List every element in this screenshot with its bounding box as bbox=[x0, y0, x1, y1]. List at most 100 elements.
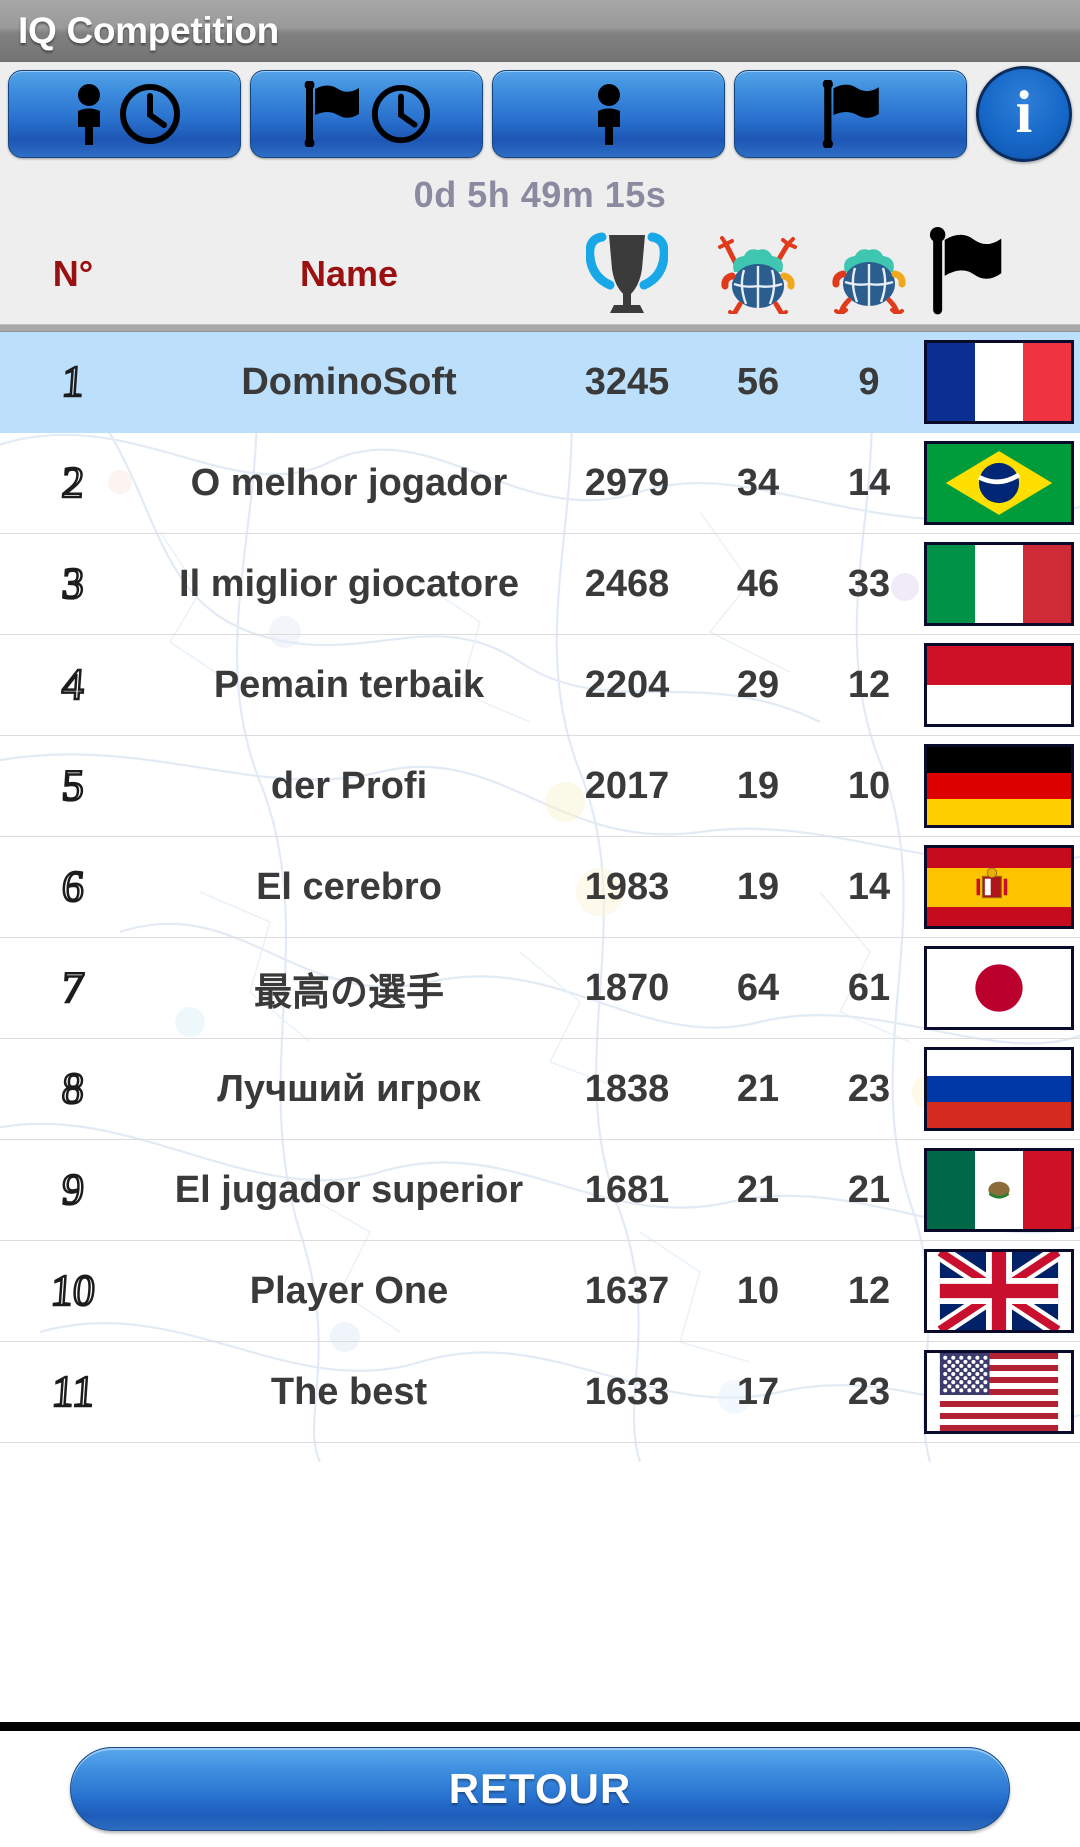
row-player-name: Лучший игрок bbox=[217, 1067, 481, 1110]
row-wins: 17 bbox=[736, 1370, 780, 1413]
toolbar: i bbox=[0, 62, 1080, 166]
row-wins: 19 bbox=[736, 865, 780, 908]
row-wins: 34 bbox=[736, 461, 780, 504]
row-wins: 21 bbox=[736, 1168, 780, 1211]
person-icon bbox=[588, 81, 630, 147]
person-icon bbox=[68, 83, 110, 145]
back-button-label: RETOUR bbox=[448, 1765, 632, 1812]
row-player-name: O melhor jogador bbox=[190, 461, 508, 504]
row-country-flag bbox=[924, 340, 1080, 424]
countdown-timer: 0d 5h 49m 15s bbox=[413, 174, 667, 215]
flag-mx-icon bbox=[924, 1148, 1074, 1232]
row-losses: 23 bbox=[847, 1370, 891, 1413]
info-button[interactable]: i bbox=[976, 66, 1072, 162]
row-losses: 10 bbox=[847, 764, 891, 807]
table-row[interactable]: 7 最高の選手 1870 64 61 bbox=[0, 938, 1080, 1039]
flag-it-icon bbox=[924, 542, 1074, 626]
row-losses: 14 bbox=[847, 461, 891, 504]
row-country-flag bbox=[924, 441, 1080, 525]
row-player-name: 最高の選手 bbox=[253, 971, 444, 1014]
row-score: 1870 bbox=[584, 966, 670, 1009]
table-row[interactable]: 10 Player One 1637 10 12 bbox=[0, 1241, 1080, 1342]
header-losses[interactable] bbox=[814, 230, 924, 319]
row-rank: 6 bbox=[59, 861, 87, 913]
row-wins: 64 bbox=[736, 966, 780, 1009]
row-score: 1838 bbox=[584, 1067, 670, 1110]
row-player-name: Pemain terbaik bbox=[213, 663, 485, 706]
header-country[interactable] bbox=[924, 226, 1080, 322]
table-row[interactable]: 8 Лучший игрок 1838 21 23 bbox=[0, 1039, 1080, 1140]
bottom-divider bbox=[0, 1722, 1080, 1731]
footer: RETOUR bbox=[0, 1731, 1080, 1847]
timer-bar: 0d 5h 49m 15s bbox=[0, 166, 1080, 224]
row-losses: 61 bbox=[847, 966, 891, 1009]
row-score: 2017 bbox=[584, 764, 670, 807]
flag-ru-icon bbox=[924, 1047, 1074, 1131]
row-rank: 10 bbox=[48, 1265, 98, 1317]
row-rank: 5 bbox=[59, 760, 87, 812]
table-row[interactable]: 11 The best 1633 17 23 bbox=[0, 1342, 1080, 1443]
leaderboard-table[interactable]: 1 DominoSoft 3245 56 9 2 O melhor jogador 2979 3… bbox=[0, 332, 1080, 1722]
flag-id-icon bbox=[924, 643, 1074, 727]
row-player-name: DominoSoft bbox=[241, 360, 457, 403]
table-row[interactable]: 9 El jugador superior 1681 21 21 bbox=[0, 1140, 1080, 1241]
row-losses: 9 bbox=[858, 360, 880, 403]
info-icon: i bbox=[1015, 79, 1033, 145]
flag-time-button[interactable] bbox=[250, 70, 483, 158]
row-wins: 21 bbox=[736, 1067, 780, 1110]
row-player-name: El jugador superior bbox=[174, 1168, 524, 1211]
row-losses: 23 bbox=[847, 1067, 891, 1110]
row-wins: 46 bbox=[736, 562, 780, 605]
player-time-button[interactable] bbox=[8, 70, 241, 158]
row-country-flag bbox=[924, 946, 1080, 1030]
row-wins: 29 bbox=[736, 663, 780, 706]
row-score: 2204 bbox=[584, 663, 670, 706]
row-country-flag bbox=[924, 643, 1080, 727]
row-country-flag bbox=[924, 845, 1080, 929]
row-wins: 10 bbox=[736, 1269, 780, 1312]
row-country-flag bbox=[924, 1148, 1080, 1232]
header-rank[interactable]: N° bbox=[0, 253, 146, 295]
flag-icon bbox=[820, 80, 882, 148]
table-row[interactable]: 2 O melhor jogador 2979 34 14 bbox=[0, 433, 1080, 534]
flag-gb-icon bbox=[924, 1249, 1074, 1333]
row-country-flag bbox=[924, 1249, 1080, 1333]
clock-icon bbox=[370, 83, 432, 145]
row-rank: 4 bbox=[59, 659, 87, 711]
header-score[interactable] bbox=[552, 229, 702, 320]
table-row[interactable]: 6 El cerebro 1983 19 14 bbox=[0, 837, 1080, 938]
flag-icon bbox=[924, 226, 1004, 322]
row-rank: 7 bbox=[59, 962, 87, 1014]
row-score: 2979 bbox=[584, 461, 670, 504]
row-losses: 14 bbox=[847, 865, 891, 908]
trophy-icon bbox=[585, 229, 669, 320]
table-row[interactable]: 1 DominoSoft 3245 56 9 bbox=[0, 332, 1080, 433]
table-row[interactable]: 4 Pemain terbaik 2204 29 12 bbox=[0, 635, 1080, 736]
row-rank: 2 bbox=[59, 457, 87, 509]
player-button[interactable] bbox=[492, 70, 725, 158]
flag-jp-icon bbox=[924, 946, 1074, 1030]
flag-es-icon bbox=[924, 845, 1074, 929]
row-score: 2468 bbox=[584, 562, 670, 605]
row-rank: 8 bbox=[59, 1063, 87, 1115]
table-row[interactable]: 3 Il miglior giocatore 2468 46 33 bbox=[0, 534, 1080, 635]
table-header-row: N° Name bbox=[0, 224, 1080, 324]
table-row[interactable]: 5 der Profi 2017 19 10 bbox=[0, 736, 1080, 837]
header-name[interactable]: Name bbox=[146, 253, 552, 295]
leaderboard-rows: 1 DominoSoft 3245 56 9 2 O melhor jogador 2979 3… bbox=[0, 332, 1080, 1544]
table-row-empty bbox=[0, 1443, 1080, 1544]
row-country-flag bbox=[924, 542, 1080, 626]
flag-button[interactable] bbox=[734, 70, 967, 158]
row-score: 1681 bbox=[584, 1168, 670, 1211]
row-losses: 12 bbox=[847, 1269, 891, 1312]
row-player-name: Il miglior giocatore bbox=[179, 562, 519, 605]
brain-arms-up-icon bbox=[718, 230, 798, 319]
flag-icon bbox=[302, 81, 362, 147]
header-wins[interactable] bbox=[702, 230, 814, 319]
row-country-flag bbox=[924, 1350, 1080, 1434]
row-losses: 33 bbox=[847, 562, 891, 605]
back-button[interactable]: RETOUR bbox=[70, 1747, 1010, 1831]
title-bar: IQ Competition bbox=[0, 0, 1080, 62]
row-player-name: Player One bbox=[249, 1269, 449, 1312]
row-player-name: The best bbox=[270, 1370, 428, 1413]
